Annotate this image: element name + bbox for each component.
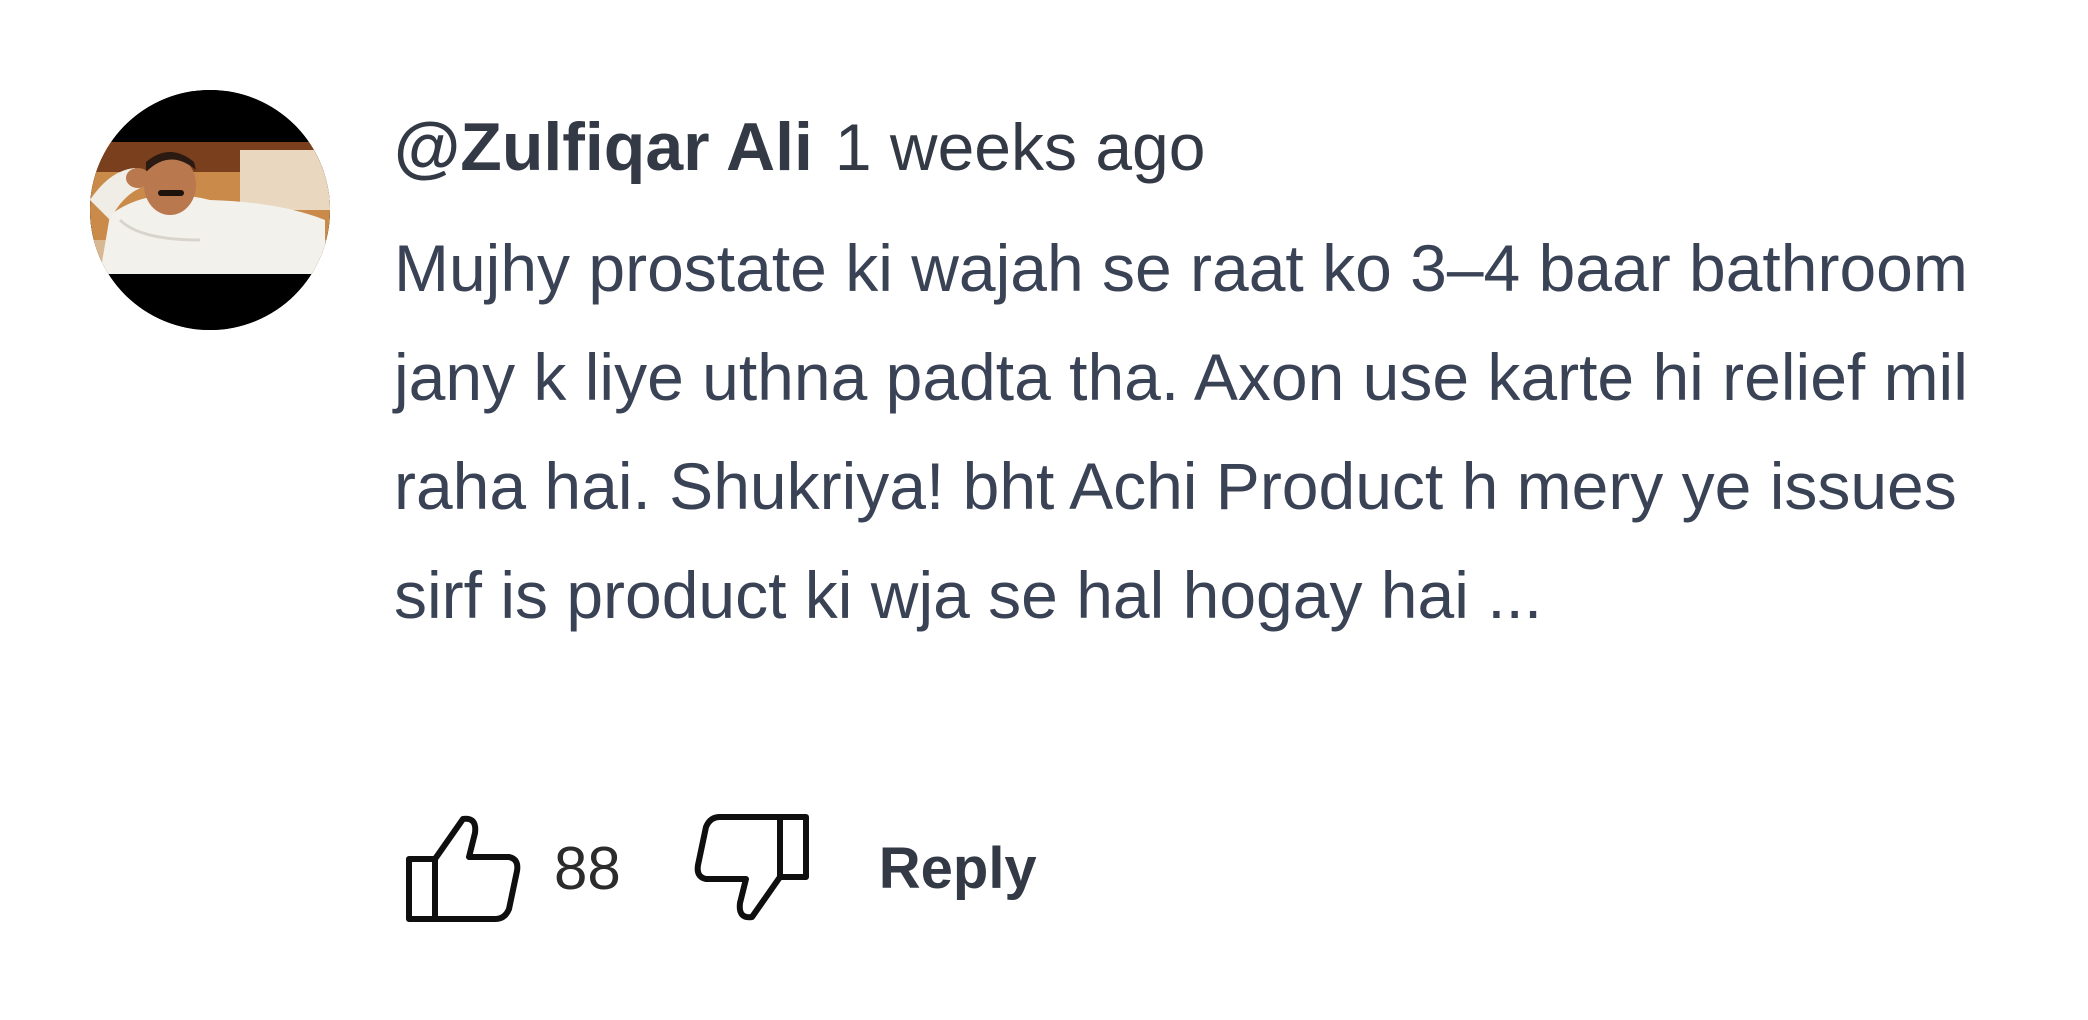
- reply-button[interactable]: Reply: [879, 835, 1037, 902]
- comment-actions: 88 Reply: [404, 808, 1037, 928]
- comment-body: @Zulfiqar Ali 1 weeks ago Mujhy prostate…: [394, 108, 2034, 650]
- author-name[interactable]: @Zulfiqar Ali: [394, 108, 813, 186]
- comment-header: @Zulfiqar Ali 1 weeks ago: [394, 108, 2034, 192]
- thumbs-down-icon: [694, 814, 809, 921]
- like-button[interactable]: [404, 808, 524, 928]
- timestamp[interactable]: 1 weeks ago: [835, 109, 1206, 185]
- like-count: 88: [554, 834, 621, 902]
- comment-text: Mujhy prostate ki wajah se raat ko 3–4 b…: [394, 231, 1968, 632]
- avatar-image: [90, 90, 330, 330]
- dislike-button[interactable]: [691, 808, 811, 928]
- comment-card: @Zulfiqar Ali 1 weeks ago Mujhy prostate…: [0, 0, 2088, 1020]
- avatar[interactable]: [90, 90, 330, 330]
- thumbs-up-icon: [406, 815, 521, 922]
